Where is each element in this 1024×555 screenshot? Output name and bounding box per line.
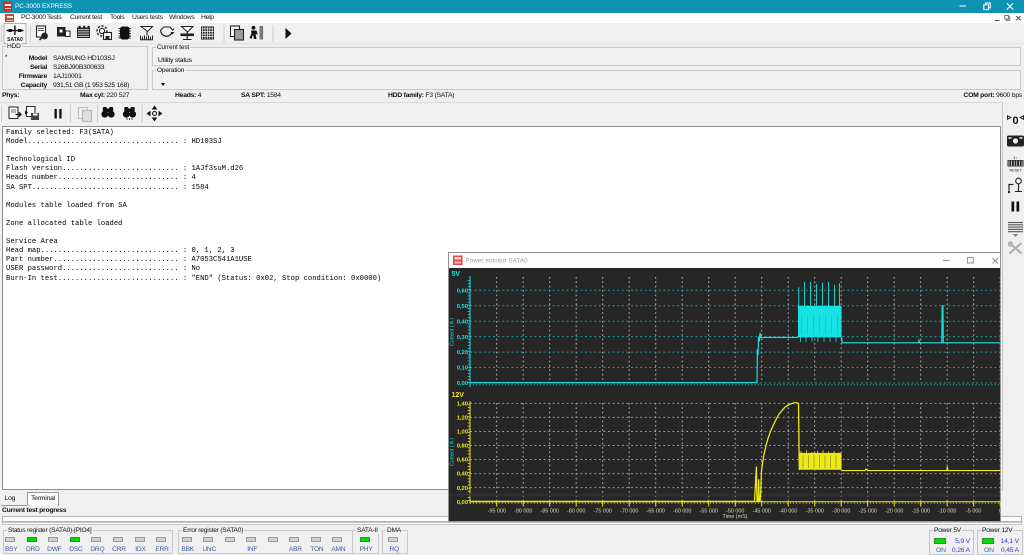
svg-text:0,00: 0,00 <box>457 500 468 506</box>
svg-text:-20 000: -20 000 <box>885 509 903 515</box>
svg-text:1,20: 1,20 <box>457 416 468 422</box>
svg-text:0,20: 0,20 <box>457 350 468 356</box>
svg-text:0,40: 0,40 <box>457 472 468 478</box>
svg-text:0,60: 0,60 <box>457 288 468 294</box>
svg-text:-30 000: -30 000 <box>832 509 850 515</box>
svg-text:0,50: 0,50 <box>457 304 468 310</box>
svg-text:-40 000: -40 000 <box>779 509 797 515</box>
svg-text:-25 000: -25 000 <box>859 509 877 515</box>
svg-text:-90 000: -90 000 <box>514 509 532 515</box>
svg-text:-45 000: -45 000 <box>753 509 771 515</box>
svg-text:0: 0 <box>1012 115 1018 127</box>
svg-text:RESET: RESET <box>1009 169 1022 173</box>
svg-text:-85 000: -85 000 <box>541 509 559 515</box>
svg-text:-55 000: -55 000 <box>700 509 718 515</box>
svg-text:1,40: 1,40 <box>457 401 468 407</box>
svg-text:-5 000: -5 000 <box>966 509 981 515</box>
svg-text:1,00: 1,00 <box>457 430 468 436</box>
svg-text:0,80: 0,80 <box>457 444 468 450</box>
svg-text:0,60: 0,60 <box>457 458 468 464</box>
svg-text:-35 000: -35 000 <box>806 509 824 515</box>
svg-text:-10 000: -10 000 <box>938 509 956 515</box>
svg-text:0,10: 0,10 <box>457 366 468 372</box>
svg-text:Power monitor SATA0: Power monitor SATA0 <box>466 258 529 265</box>
svg-text:Current ( A ): Current ( A ) <box>450 438 456 466</box>
svg-text:0: 0 <box>999 509 1001 515</box>
svg-text:0,00: 0,00 <box>457 381 468 387</box>
svg-text:-95 000: -95 000 <box>488 509 506 515</box>
svg-text:-80 000: -80 000 <box>567 509 585 515</box>
svg-text:0,20: 0,20 <box>457 486 468 492</box>
svg-text:Time (mS): Time (mS) <box>723 514 748 520</box>
svg-text:0,30: 0,30 <box>457 335 468 341</box>
svg-text:12V: 12V <box>452 392 465 399</box>
svg-text:-70 000: -70 000 <box>620 509 638 515</box>
svg-text:-65 000: -65 000 <box>647 509 665 515</box>
svg-text:-75 000: -75 000 <box>594 509 612 515</box>
svg-text:Current ( A ): Current ( A ) <box>450 318 456 346</box>
svg-text:-60 000: -60 000 <box>673 509 691 515</box>
svg-text:0,40: 0,40 <box>457 319 468 325</box>
svg-text:1↓: 1↓ <box>1013 155 1017 160</box>
svg-text:5V: 5V <box>452 271 461 278</box>
svg-text:-15 000: -15 000 <box>912 509 930 515</box>
